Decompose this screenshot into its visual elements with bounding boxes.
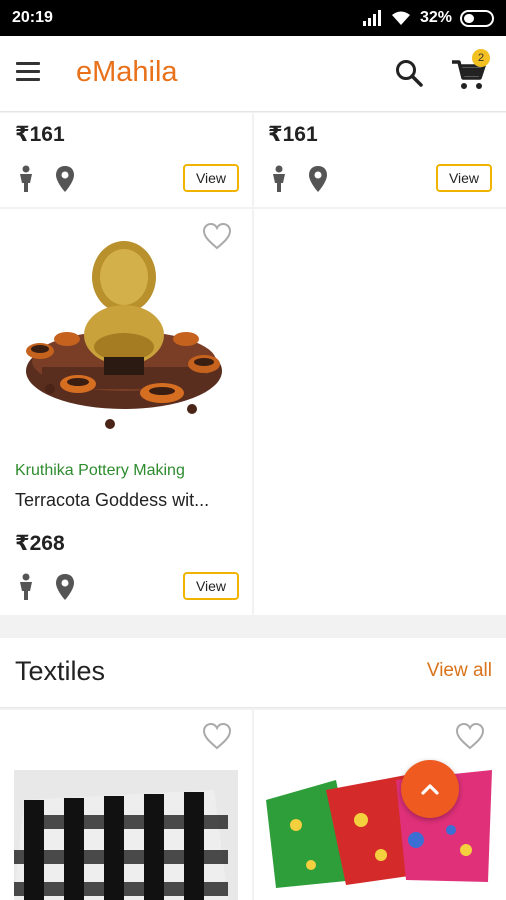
- product-card[interactable]: ₹161 View: [254, 113, 506, 207]
- app-bar: eMahila: [0, 36, 506, 112]
- product-image[interactable]: [22, 239, 227, 434]
- status-icons: 32%: [362, 9, 494, 27]
- product-price: ₹268: [15, 532, 65, 555]
- wifi-icon: [391, 11, 410, 25]
- battery-icon: [460, 9, 494, 27]
- app-title: eMahila: [76, 56, 178, 88]
- product-image[interactable]: [14, 770, 238, 900]
- product-price: ₹161: [15, 123, 65, 146]
- section-header: Textiles View all: [0, 638, 506, 708]
- location-icon[interactable]: [306, 165, 330, 193]
- chevron-up-icon: [421, 784, 439, 795]
- location-icon[interactable]: [53, 573, 77, 601]
- view-all-link[interactable]: View all: [427, 660, 492, 682]
- person-icon[interactable]: [14, 573, 38, 601]
- status-time: 20:19: [12, 9, 53, 26]
- heart-icon[interactable]: [455, 722, 485, 750]
- product-card[interactable]: [0, 710, 252, 900]
- view-button[interactable]: View: [183, 572, 239, 600]
- person-icon[interactable]: [267, 165, 291, 193]
- signal-icon: [362, 10, 381, 26]
- product-name[interactable]: Terracota Goddess wit...: [15, 490, 209, 511]
- seller-name[interactable]: Kruthika Pottery Making: [15, 462, 185, 480]
- scroll-to-top-button[interactable]: [401, 760, 459, 818]
- product-price: ₹161: [268, 123, 318, 146]
- search-icon[interactable]: [394, 58, 424, 88]
- heart-icon[interactable]: [202, 722, 232, 750]
- product-card[interactable]: ₹161 View: [0, 113, 252, 207]
- view-button[interactable]: View: [436, 164, 492, 192]
- empty-card: [254, 209, 506, 615]
- product-card[interactable]: Kruthika Pottery Making Terracota Goddes…: [0, 209, 252, 615]
- section-title: Textiles: [15, 656, 106, 686]
- cart-count-badge: 2: [472, 49, 490, 67]
- location-icon[interactable]: [53, 165, 77, 193]
- view-button[interactable]: View: [183, 164, 239, 192]
- status-bar: 20:19 32%: [0, 0, 506, 36]
- menu-icon[interactable]: [16, 62, 40, 82]
- person-icon[interactable]: [14, 165, 38, 193]
- battery-percent: 32%: [419, 9, 452, 26]
- product-card[interactable]: [254, 710, 506, 900]
